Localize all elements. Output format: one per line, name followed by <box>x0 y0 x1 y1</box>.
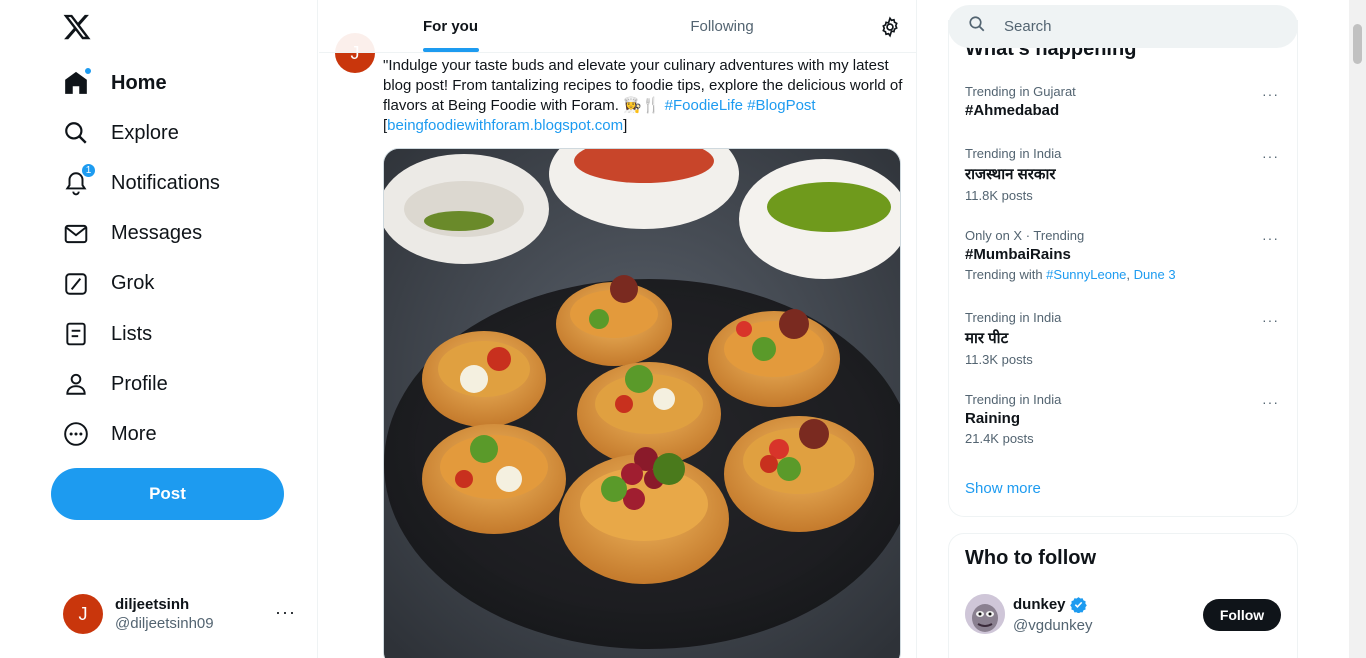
tweet-text: "Indulge your taste buds and elevate you… <box>383 56 903 136</box>
nav-lists[interactable]: Lists <box>51 309 220 359</box>
trend-item[interactable]: Trending in India Raining 21.4K posts ··… <box>949 392 1297 446</box>
nav-explore-label: Explore <box>111 121 179 144</box>
list-icon <box>63 321 89 347</box>
food-photo-illustration <box>384 149 900 658</box>
home-icon <box>63 67 92 96</box>
avatar[interactable] <box>965 594 1005 634</box>
trend-with-label: Trending with <box>965 267 1047 282</box>
search-icon <box>63 120 89 146</box>
who-to-follow-title: Who to follow <box>965 547 1097 569</box>
bracket-close: ] <box>623 117 628 134</box>
trend-name: #MumbaiRains <box>965 246 1071 263</box>
account-handle: @diljeetsinh09 <box>115 615 214 632</box>
account-switcher[interactable]: J diljeetsinh @diljeetsinh09 ··· <box>51 588 306 640</box>
tweet-photo[interactable] <box>383 148 901 658</box>
trend-name: मार पीट <box>965 330 1009 347</box>
account-more-icon[interactable]: ··· <box>275 602 296 623</box>
scrollbar-thumb[interactable] <box>1353 24 1362 64</box>
nav-home[interactable]: Home <box>51 58 220 108</box>
tab-following[interactable]: Following <box>582 0 862 53</box>
trend-item[interactable]: Trending in Gujarat #Ahmedabad ··· <box>949 84 1297 119</box>
trend-more-icon[interactable]: ··· <box>1262 148 1279 164</box>
suggested-user-display-name: dunkey <box>1013 596 1066 613</box>
person-icon <box>63 371 89 397</box>
trend-more-icon[interactable]: ··· <box>1262 394 1279 410</box>
nav-messages-label: Messages <box>111 222 203 245</box>
left-sidebar: Home Explore 1 Notifications Messages Gr… <box>0 0 318 658</box>
trend-with-link[interactable]: Dune 3 <box>1134 267 1176 282</box>
hashtag-link[interactable]: #BlogPost <box>747 97 815 114</box>
trend-name: Raining <box>965 410 1020 427</box>
search-icon <box>968 15 986 38</box>
envelope-icon <box>63 221 89 247</box>
tweet-body: "Indulge your taste buds and elevate you… <box>383 57 903 114</box>
nav-profile[interactable]: Profile <box>51 359 220 409</box>
more-circle-icon <box>63 421 89 447</box>
main-nav: Home Explore 1 Notifications Messages Gr… <box>51 58 220 460</box>
unread-dot <box>84 67 92 76</box>
nav-profile-label: Profile <box>111 372 168 395</box>
x-app: Home Explore 1 Notifications Messages Gr… <box>0 0 1366 658</box>
search-box[interactable] <box>948 5 1298 48</box>
hashtag-link[interactable]: #FoodieLife <box>665 97 743 114</box>
account-info: diljeetsinh @diljeetsinh09 <box>115 596 214 632</box>
trend-context: Trending in India <box>965 392 1062 407</box>
trend-context: Trending in India <box>965 310 1062 325</box>
trend-more-icon[interactable]: ··· <box>1262 86 1279 102</box>
nav-explore[interactable]: Explore <box>51 108 220 158</box>
timeline: For you Following J "Indulge your taste … <box>319 0 917 658</box>
blog-link[interactable]: beingfoodiewithforam.blogspot.com <box>387 117 623 134</box>
trend-post-count: 21.4K posts <box>965 431 1034 446</box>
trend-context: Trending in Gujarat <box>965 84 1076 99</box>
trend-name: #Ahmedabad <box>965 102 1060 119</box>
trend-context: Trending in India <box>965 146 1062 161</box>
trends-panel: What's happening Trending in Gujarat #Ah… <box>948 20 1298 517</box>
suggested-user-name: dunkey <box>1013 596 1087 613</box>
page-scrollbar[interactable] <box>1349 0 1366 658</box>
trend-name: राजस्थान सरकार <box>965 166 1056 183</box>
account-name: diljeetsinh <box>115 596 190 613</box>
trend-with-link[interactable]: #SunnyLeone <box>1046 267 1126 282</box>
nav-more-label: More <box>111 422 157 445</box>
search-input[interactable] <box>1004 18 1264 35</box>
show-more-link[interactable]: Show more <box>965 480 1041 497</box>
trend-context: Only on X · Trending <box>965 228 1085 243</box>
bell-icon: 1 <box>63 163 96 196</box>
nav-messages[interactable]: Messages <box>51 209 220 259</box>
nav-home-label: Home <box>111 71 167 94</box>
trend-with: Trending with #SunnyLeone, Dune 3 <box>965 267 1297 282</box>
trend-post-count: 11.3K posts <box>965 352 1033 367</box>
nav-grok-label: Grok <box>111 272 155 295</box>
nav-lists-label: Lists <box>111 322 153 345</box>
trend-item[interactable]: Only on X · Trending #MumbaiRains Trendi… <box>949 228 1297 282</box>
trend-more-icon[interactable]: ··· <box>1262 312 1279 328</box>
trend-more-icon[interactable]: ··· <box>1262 230 1279 246</box>
trend-item[interactable]: Trending in India राजस्थान सरकार 11.8K p… <box>949 146 1297 203</box>
grok-icon <box>63 271 89 297</box>
post-button[interactable]: Post <box>51 468 284 520</box>
nav-notifications-label: Notifications <box>111 171 220 194</box>
who-to-follow-panel: Who to follow dunkey @vgdunkey Follow <box>948 533 1298 658</box>
nav-grok[interactable]: Grok <box>51 259 220 309</box>
verified-badge-icon <box>1069 596 1087 613</box>
suggested-user-handle: @vgdunkey <box>1013 617 1093 634</box>
notification-badge: 1 <box>81 163 96 179</box>
nav-more[interactable]: More <box>51 409 220 459</box>
nav-notifications[interactable]: 1 Notifications <box>51 158 220 208</box>
follow-button[interactable]: Follow <box>1203 599 1281 631</box>
avatar: J <box>63 594 103 634</box>
tab-for-you[interactable]: For you <box>319 0 582 53</box>
trend-with-sep: , <box>1126 267 1134 282</box>
active-tab-indicator <box>423 48 479 52</box>
trend-post-count: 11.8K posts <box>965 188 1033 203</box>
x-logo-icon[interactable] <box>62 12 92 42</box>
trend-item[interactable]: Trending in India मार पीट 11.3K posts ··… <box>949 310 1297 367</box>
timeline-tabs: For you Following <box>319 0 916 53</box>
follow-suggestion[interactable]: dunkey @vgdunkey Follow <box>965 594 1281 638</box>
gear-icon[interactable] <box>879 16 901 38</box>
